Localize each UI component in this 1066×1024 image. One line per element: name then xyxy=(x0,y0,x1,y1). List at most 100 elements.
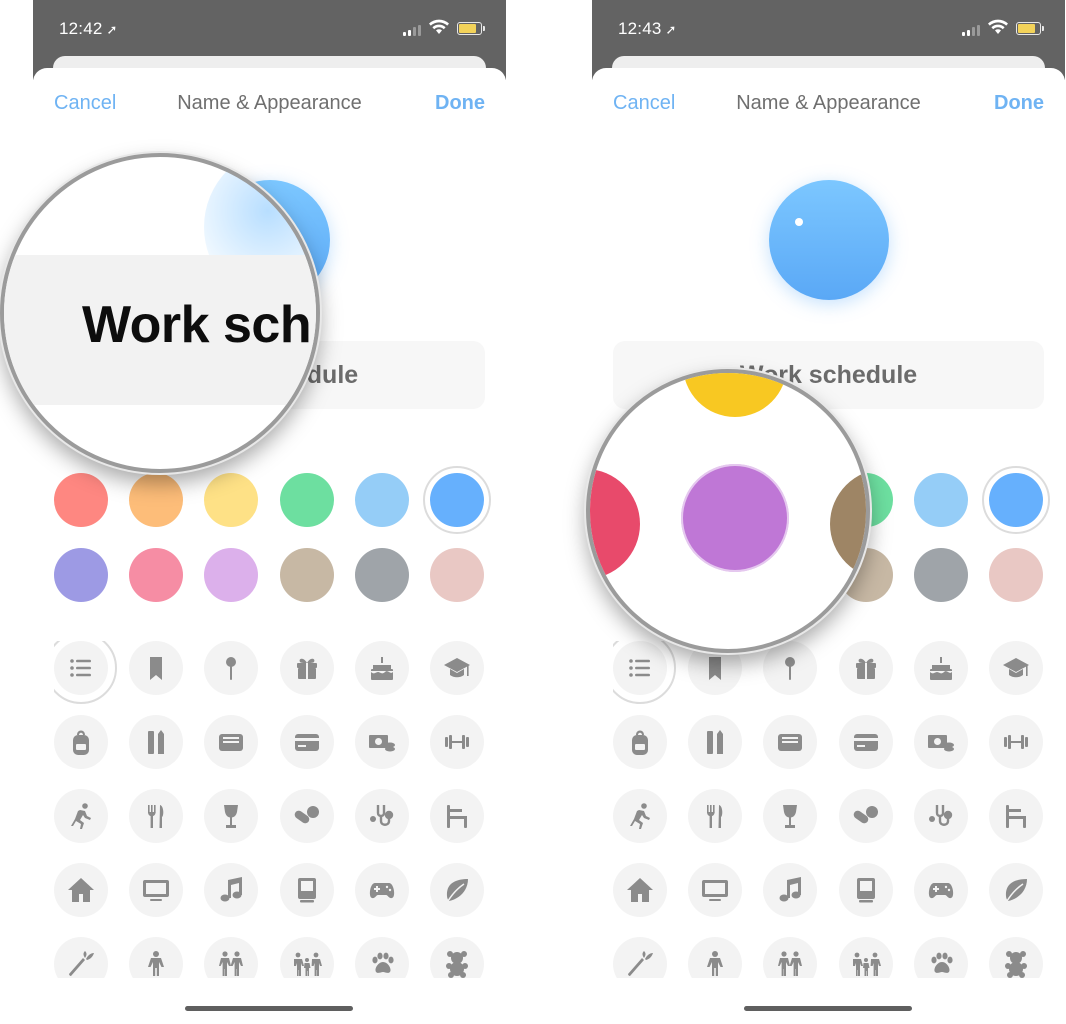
icon-option-wine-glass[interactable] xyxy=(763,789,818,843)
wifi-icon xyxy=(988,19,1008,35)
color-swatch-yellow[interactable] xyxy=(204,473,259,527)
color-swatch-light-blue[interactable] xyxy=(354,473,409,527)
done-button[interactable]: Done xyxy=(435,92,485,115)
icon-option-dumbbell[interactable] xyxy=(430,715,484,769)
icon-option-house[interactable] xyxy=(54,863,108,917)
color-swatch-blue[interactable] xyxy=(982,466,1050,534)
color-swatch-rose-gold[interactable] xyxy=(989,548,1043,602)
icon-option-birthday-cake[interactable] xyxy=(354,641,409,695)
icon-option-pills[interactable] xyxy=(838,789,893,843)
status-time-text: 12:43 xyxy=(618,19,662,38)
color-swatch-pink[interactable] xyxy=(129,548,184,602)
icon-option-fork-knife[interactable] xyxy=(129,789,184,843)
icon-option-pin[interactable] xyxy=(204,641,259,695)
color-swatch-rose-gold[interactable] xyxy=(430,548,484,602)
icon-option-graduation-cap[interactable] xyxy=(430,641,484,695)
icon-option-graduation-cap[interactable] xyxy=(989,641,1043,695)
paw-icon xyxy=(931,952,953,973)
icon-option-ruler-pencil[interactable] xyxy=(129,715,184,769)
icon-option-teddy-bear[interactable] xyxy=(430,937,484,978)
icon-option-backpack[interactable] xyxy=(613,715,667,769)
icon-option-wine-glass[interactable] xyxy=(204,789,259,843)
magnified-red-swatch xyxy=(590,469,640,579)
icon-option-carrot[interactable] xyxy=(54,937,108,978)
done-button[interactable]: Done xyxy=(994,92,1044,115)
icon-option-pin[interactable] xyxy=(763,641,818,695)
icon-option-teddy-bear[interactable] xyxy=(989,937,1043,978)
backpack-icon xyxy=(73,730,89,755)
chair-icon xyxy=(1006,805,1026,828)
icon-option-birthday-cake[interactable] xyxy=(913,641,968,695)
icon-option-credit-card[interactable] xyxy=(279,715,334,769)
gift-icon xyxy=(855,658,876,679)
pills-icon xyxy=(853,806,878,824)
icon-option-running[interactable] xyxy=(613,789,667,843)
color-swatch-green[interactable] xyxy=(279,473,334,527)
icon-option-music-note[interactable] xyxy=(763,863,818,917)
icon-option-tv[interactable] xyxy=(688,863,743,917)
stethoscope-icon xyxy=(369,805,393,826)
icon-option-gift[interactable] xyxy=(279,641,334,695)
icon-option-stethoscope[interactable] xyxy=(354,789,409,843)
icon-option-gamepad[interactable] xyxy=(913,863,968,917)
icon-option-house[interactable] xyxy=(613,863,667,917)
icon-option-list-bullet[interactable] xyxy=(613,641,676,704)
icon-option-gift[interactable] xyxy=(838,641,893,695)
icon-option-carrot[interactable] xyxy=(613,937,667,978)
fork-knife-icon xyxy=(707,805,723,828)
color-swatch-blue[interactable] xyxy=(423,466,491,534)
status-time: 12:42 ➚ xyxy=(59,19,118,39)
icon-option-tv[interactable] xyxy=(129,863,184,917)
color-swatch-orange[interactable] xyxy=(129,473,184,527)
status-time-text: 12:42 xyxy=(59,19,103,38)
location-arrow-icon: ➚ xyxy=(106,22,118,37)
icon-option-person[interactable] xyxy=(129,937,184,978)
family-icon xyxy=(852,952,881,976)
icon-option-computer[interactable] xyxy=(838,863,893,917)
icon-option-paw[interactable] xyxy=(354,937,409,978)
icon-option-stethoscope[interactable] xyxy=(913,789,968,843)
icon-option-two-people[interactable] xyxy=(763,937,818,978)
icon-option-chair[interactable] xyxy=(989,789,1043,843)
chair-icon xyxy=(447,805,467,828)
leaf-icon xyxy=(446,879,468,902)
icon-option-person[interactable] xyxy=(688,937,743,978)
icon-option-paw[interactable] xyxy=(913,937,968,978)
icon-option-two-people[interactable] xyxy=(204,937,259,978)
icon-option-money[interactable] xyxy=(913,715,968,769)
color-swatch-indigo[interactable] xyxy=(54,548,108,602)
color-swatch-purple[interactable] xyxy=(204,548,259,602)
icon-option-fork-knife[interactable] xyxy=(688,789,743,843)
icon-option-chair[interactable] xyxy=(430,789,484,843)
icon-option-computer[interactable] xyxy=(279,863,334,917)
color-swatch-gray[interactable] xyxy=(354,548,409,602)
icon-option-leaf[interactable] xyxy=(989,863,1043,917)
icon-option-ruler-pencil[interactable] xyxy=(688,715,743,769)
bookmark-icon xyxy=(150,657,163,680)
icon-option-pills[interactable] xyxy=(279,789,334,843)
icon-option-document-tray[interactable] xyxy=(204,715,259,769)
color-swatch-gray[interactable] xyxy=(913,548,968,602)
icon-option-running[interactable] xyxy=(54,789,108,843)
icon-option-credit-card[interactable] xyxy=(838,715,893,769)
running-icon xyxy=(71,803,91,829)
color-swatch-brown[interactable] xyxy=(279,548,334,602)
paw-icon xyxy=(372,952,394,973)
carrot-icon xyxy=(69,951,94,976)
icon-option-money[interactable] xyxy=(354,715,409,769)
icon-option-dumbbell[interactable] xyxy=(989,715,1043,769)
icon-option-family[interactable] xyxy=(279,937,334,978)
ruler-pencil-icon xyxy=(707,730,724,754)
icon-option-list-bullet[interactable] xyxy=(54,641,117,704)
color-swatch-red[interactable] xyxy=(54,473,108,527)
icon-option-bookmark[interactable] xyxy=(129,641,184,695)
icon-option-family[interactable] xyxy=(838,937,893,978)
dumbbell-icon xyxy=(445,735,469,749)
icon-option-backpack[interactable] xyxy=(54,715,108,769)
icon-option-document-tray[interactable] xyxy=(763,715,818,769)
icon-option-leaf[interactable] xyxy=(430,863,484,917)
music-note-icon xyxy=(779,877,802,902)
icon-option-gamepad[interactable] xyxy=(354,863,409,917)
icon-option-music-note[interactable] xyxy=(204,863,259,917)
color-swatch-light-blue[interactable] xyxy=(913,473,968,527)
